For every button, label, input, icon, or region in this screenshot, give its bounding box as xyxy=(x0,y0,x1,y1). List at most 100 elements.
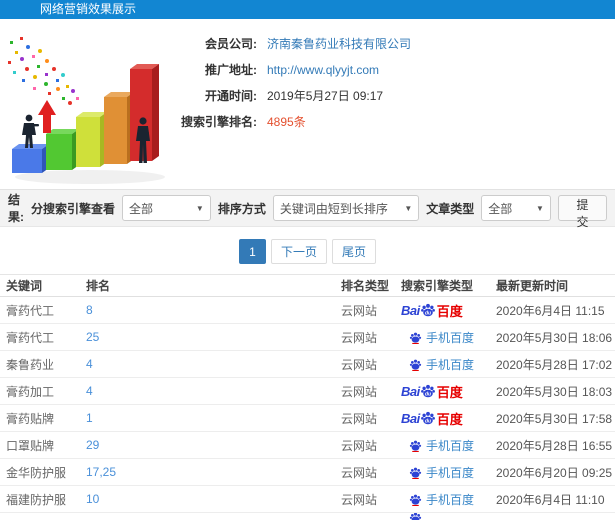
mobile-baidu-logo: 手机百度 xyxy=(401,464,496,481)
mobile-baidu-text: 手机百度 xyxy=(426,330,475,345)
table-row: 金华防护服 17,25 云网站 Bai du 百度 手机百度 2020年6月20… xyxy=(0,459,615,486)
member-info-section: 会员公司: 济南秦鲁药业科技有限公司 推广地址: http://www.qlyy… xyxy=(0,19,615,189)
engine-type-cell: Bai du 百度 手机百度 xyxy=(401,409,496,428)
mobile-baidu-logo: 手机百度 xyxy=(401,437,496,454)
chevron-down-icon: ▼ xyxy=(404,203,413,213)
svg-text:du: du xyxy=(425,310,431,316)
mobile-baidu-paw-icon xyxy=(409,493,422,506)
keyword-cell: 口罩贴牌 xyxy=(6,438,55,453)
engine-type-cell: Bai du 百度 手机百度 xyxy=(401,382,496,401)
mobile-baidu-paw-icon xyxy=(409,513,422,520)
bar-orange xyxy=(104,92,134,164)
update-time-cell: 2020年6月4日 11:10 xyxy=(496,492,605,507)
baidu-cn-text: 百度 xyxy=(436,303,463,319)
baidu-paw-icon: du xyxy=(420,383,436,397)
mobile-baidu-logo: 手机百度 xyxy=(401,356,496,373)
baidu-logo: Bai du 百度 xyxy=(401,301,496,320)
rank-link[interactable]: 29 xyxy=(86,438,341,452)
table-row-partial: Bai du 百度 xyxy=(0,513,615,520)
update-time-cell: 2020年5月30日 17:58 xyxy=(496,411,613,426)
engine-rank-label: 搜索引擎排名: xyxy=(181,115,257,129)
baidu-logo: Bai du 百度 xyxy=(401,409,496,428)
page-button-current[interactable]: 1 xyxy=(238,239,266,264)
baidu-paw-icon: du xyxy=(420,302,436,316)
chevron-down-icon: ▼ xyxy=(195,203,204,213)
update-time-cell: 2020年5月28日 16:55 xyxy=(496,438,613,453)
rank-type-cell: 云网站 xyxy=(341,465,378,480)
engine-type-cell: Bai du 百度 手机百度 xyxy=(401,464,496,481)
filter-controls: 分搜索引擎查看 全部 ▼ 排序方式 关键词由短到长排序 ▼ 文章类型 全部 ▼ … xyxy=(31,195,607,229)
company-label: 会员公司: xyxy=(205,37,257,51)
table-row: 膏药代工 25 云网站 Bai du 百度 手机百度 2020年5月30日 18… xyxy=(0,324,615,351)
article-type-select[interactable]: 全部 ▼ xyxy=(481,195,551,221)
mobile-baidu-text: 手机百度 xyxy=(426,357,475,372)
marketing-chart-image xyxy=(8,37,165,184)
page-button-next[interactable]: 下一页 xyxy=(270,239,327,264)
update-time-cell: 2020年6月4日 11:15 xyxy=(496,303,605,318)
keyword-cell: 金华防护服 xyxy=(6,465,67,480)
rank-link[interactable]: 25 xyxy=(86,330,341,344)
bar-green xyxy=(46,129,79,170)
page-button-last[interactable]: 尾页 xyxy=(332,239,377,264)
keyword-cell: 膏药贴牌 xyxy=(6,411,55,426)
mobile-baidu-logo: 手机百度 xyxy=(401,329,496,346)
rank-type-cell: 云网站 xyxy=(341,492,378,507)
confetti-dots xyxy=(8,37,79,105)
header-engine-type: 搜索引擎类型 xyxy=(401,279,474,293)
member-info-fields: 会员公司: 济南秦鲁药业科技有限公司 推广地址: http://www.qlyy… xyxy=(175,19,615,135)
rank-type-cell: 云网站 xyxy=(341,411,378,426)
submit-button[interactable]: 提交 xyxy=(557,195,607,229)
engine-filter-value: 全部 xyxy=(128,201,153,216)
rank-link[interactable]: 4 xyxy=(86,357,341,371)
rank-link[interactable]: 4 xyxy=(86,384,341,398)
promo-url-row: 推广地址: http://www.qlyyjt.com xyxy=(175,57,615,83)
sort-filter-label: 排序方式 xyxy=(217,201,266,216)
update-time-cell: 2020年5月28日 17:02 xyxy=(496,357,613,372)
table-body: 膏药代工 8 云网站 Bai du 百度 手机百度 2020年6月4日 11:1… xyxy=(0,297,615,520)
article-type-label: 文章类型 xyxy=(426,201,475,216)
up-arrow-icon xyxy=(38,100,56,133)
mobile-baidu-logo: 手机百度 xyxy=(401,491,496,508)
mobile-baidu-logo xyxy=(401,513,496,520)
businessman-left xyxy=(22,114,39,148)
table-row: 口罩贴牌 29 云网站 Bai du 百度 手机百度 2020年5月28日 16… xyxy=(0,432,615,459)
engine-filter-select[interactable]: 全部 ▼ xyxy=(121,195,211,221)
table-header-row: 关键词 排名 排名类型 搜索引擎类型 最新更新时间 xyxy=(0,274,615,297)
bar-blue xyxy=(12,144,49,173)
company-row: 会员公司: 济南秦鲁药业科技有限公司 xyxy=(175,31,615,57)
table-row: 膏药代工 8 云网站 Bai du 百度 手机百度 2020年6月4日 11:1… xyxy=(0,297,615,324)
header-rank: 排名 xyxy=(86,279,111,293)
header-keyword: 关键词 xyxy=(6,279,43,293)
sort-filter-value: 关键词由短到长排序 xyxy=(279,201,388,216)
svg-text:du: du xyxy=(425,418,431,424)
bar-yellow xyxy=(76,112,107,167)
result-label: 结果: xyxy=(8,193,24,224)
rank-link[interactable]: 17,25 xyxy=(86,465,341,479)
rank-type-cell: 云网站 xyxy=(341,357,378,372)
mobile-baidu-paw-icon xyxy=(409,331,422,344)
engine-type-cell: Bai du 百度 手机百度 xyxy=(401,437,496,454)
rank-type-cell: 云网站 xyxy=(341,438,378,453)
open-time-row: 开通时间: 2019年5月27日 09:17 xyxy=(175,83,615,109)
window-titlebar: 网络营销效果展示 xyxy=(0,0,615,19)
sort-filter-select[interactable]: 关键词由短到长排序 ▼ xyxy=(272,195,420,221)
update-time-cell: 2020年5月30日 18:03 xyxy=(496,384,613,399)
promo-url-link[interactable]: http://www.qlyyjt.com xyxy=(267,57,379,83)
rank-type-cell: 云网站 xyxy=(341,330,378,345)
keyword-cell: 膏药代工 xyxy=(6,303,55,318)
rank-link[interactable]: 8 xyxy=(86,303,341,317)
update-time-cell: 2020年5月30日 18:06 xyxy=(496,330,613,345)
pagination: 1 下一页 尾页 xyxy=(0,227,615,274)
engine-type-cell: Bai du 百度 手机百度 xyxy=(401,301,496,320)
table-row: 秦鲁药业 4 云网站 Bai du 百度 手机百度 2020年5月28日 17:… xyxy=(0,351,615,378)
baidu-logo: Bai du 百度 xyxy=(401,382,496,401)
engine-rank-row: 搜索引擎排名: 4895条 xyxy=(175,109,615,135)
mobile-baidu-text: 手机百度 xyxy=(426,492,475,507)
mobile-baidu-paw-icon xyxy=(409,358,422,371)
rank-link[interactable]: 1 xyxy=(86,411,341,425)
header-update-time: 最新更新时间 xyxy=(496,279,569,293)
rank-link[interactable]: 10 xyxy=(86,492,341,506)
baidu-bai-text: Bai xyxy=(401,410,420,426)
engine-type-cell: Bai du 百度 xyxy=(401,513,496,520)
company-link[interactable]: 济南秦鲁药业科技有限公司 xyxy=(267,31,411,57)
